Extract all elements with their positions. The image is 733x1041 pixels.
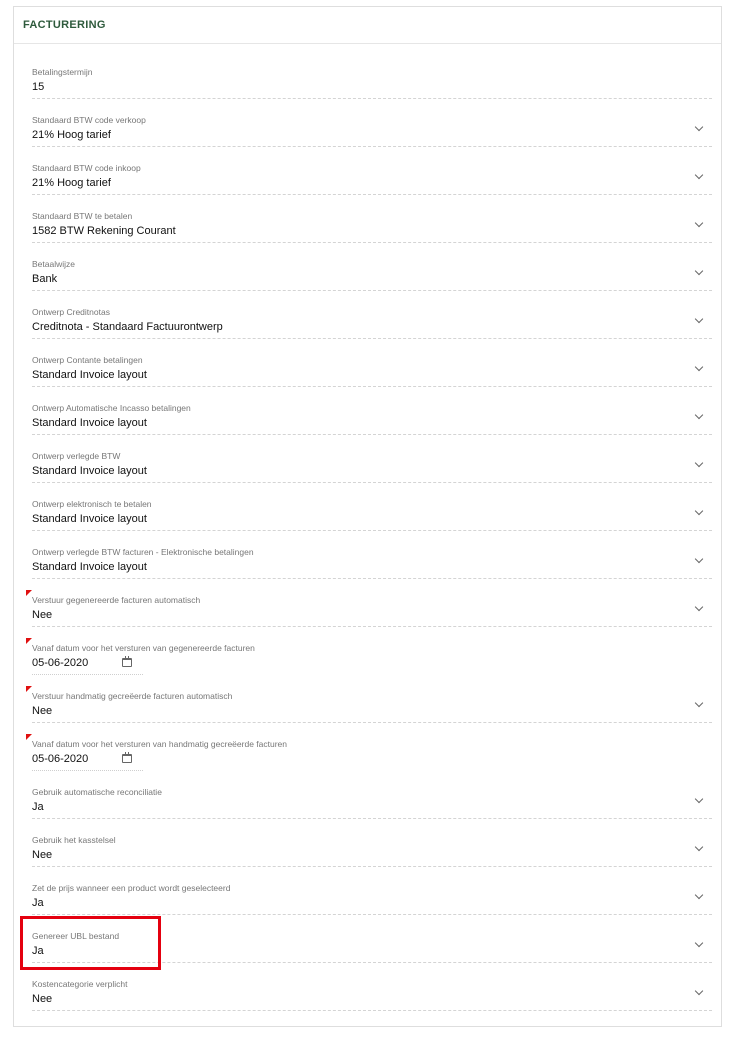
field-label: Ontwerp verlegde BTW facturen - Elektron… (32, 547, 254, 557)
field-label: Betaalwijze (32, 259, 75, 269)
field-value: Nee (32, 705, 53, 717)
chevron-down-icon[interactable] (694, 602, 704, 612)
field-label: Gebruik het kasstelsel (32, 835, 116, 845)
field-value: Bank (32, 273, 58, 285)
chevron-down-icon[interactable] (694, 506, 704, 516)
electronic-payment-design-select[interactable]: Ontwerp elektronisch te betalen Standard… (32, 491, 712, 531)
facturering-card: FACTURERING Betalingstermijn 15 Standaar… (13, 6, 722, 1027)
date-value[interactable]: 05-06-2020 (32, 753, 88, 765)
auto-reconciliation-select[interactable]: Gebruik automatische reconciliatie Ja (32, 779, 712, 819)
field-value: Standard Invoice layout (32, 465, 147, 477)
field-value: Nee (32, 849, 53, 861)
field-label: Gebruik automatische reconciliatie (32, 787, 162, 797)
cash-accounting-select[interactable]: Gebruik het kasstelsel Nee (32, 827, 712, 867)
chevron-down-icon[interactable] (694, 794, 704, 804)
field-label: Vanaf datum voor het versturen van gegen… (32, 643, 255, 653)
set-price-on-product-select[interactable]: Zet de prijs wanneer een product wordt g… (32, 875, 712, 915)
field-value: 21% Hoog tarief (32, 177, 111, 189)
field-label: Verstuur gegenereerde facturen automatis… (32, 595, 201, 605)
chevron-down-icon[interactable] (694, 170, 704, 180)
chevron-down-icon[interactable] (694, 458, 704, 468)
field-label: Ontwerp elektronisch te betalen (32, 499, 152, 509)
field-value: Standard Invoice layout (32, 513, 147, 525)
chevron-down-icon[interactable] (694, 266, 704, 276)
field-value: Ja (32, 801, 44, 813)
manual-invoices-start-date-field[interactable]: Vanaf datum voor het versturen van handm… (26, 731, 287, 771)
auto-send-manual-invoices-select[interactable]: Verstuur handmatig gecreëerde facturen a… (26, 683, 712, 723)
default-vat-purchase-select[interactable]: Standaard BTW code inkoop 21% Hoog tarie… (32, 155, 712, 195)
chevron-down-icon[interactable] (694, 938, 704, 948)
card-header: FACTURERING (14, 7, 721, 44)
calendar-icon[interactable] (122, 656, 132, 667)
field-label: Standaard BTW code verkoop (32, 115, 146, 125)
auto-send-generated-invoices-select[interactable]: Verstuur gegenereerde facturen automatis… (26, 587, 712, 627)
default-vat-payable-select[interactable]: Standaard BTW te betalen 1582 BTW Rekeni… (32, 203, 712, 243)
field-label: Ontwerp verlegde BTW (32, 451, 121, 461)
field-value[interactable]: 15 (32, 81, 44, 93)
field-label: Zet de prijs wanneer een product wordt g… (32, 883, 231, 893)
section-title: FACTURERING (23, 19, 106, 31)
chevron-down-icon[interactable] (694, 842, 704, 852)
field-value: Standard Invoice layout (32, 369, 147, 381)
chevron-down-icon[interactable] (694, 218, 704, 228)
chevron-down-icon[interactable] (694, 362, 704, 372)
chevron-down-icon[interactable] (694, 986, 704, 996)
field-label: Ontwerp Contante betalingen (32, 355, 143, 365)
field-label: Standaard BTW te betalen (32, 211, 133, 221)
generated-invoices-start-date-field[interactable]: Vanaf datum voor het versturen van gegen… (26, 635, 255, 675)
chevron-down-icon[interactable] (694, 314, 704, 324)
field-value: Standard Invoice layout (32, 561, 147, 573)
highlight-box (20, 916, 161, 970)
field-value: 21% Hoog tarief (32, 129, 111, 141)
field-label: Vanaf datum voor het versturen van handm… (32, 739, 287, 749)
field-label: Ontwerp Automatische Incasso betalingen (32, 403, 191, 413)
chevron-down-icon[interactable] (694, 410, 704, 420)
field-label: Betalingstermijn (32, 67, 93, 77)
field-value: Standard Invoice layout (32, 417, 147, 429)
field-value: Creditnota - Standaard Factuurontwerp (32, 321, 223, 333)
payment-method-select[interactable]: Betaalwijze Bank (32, 251, 712, 291)
field-label: Ontwerp Creditnotas (32, 307, 110, 317)
reverse-charge-design-select[interactable]: Ontwerp verlegde BTW Standard Invoice la… (32, 443, 712, 483)
cost-category-required-select[interactable]: Kostencategorie verplicht Nee (32, 971, 712, 1011)
field-value: Ja (32, 897, 44, 909)
date-value[interactable]: 05-06-2020 (32, 657, 88, 669)
field-value: Nee (32, 993, 53, 1005)
credit-note-design-select[interactable]: Ontwerp Creditnotas Creditnota - Standaa… (32, 299, 712, 339)
chevron-down-icon[interactable] (694, 554, 704, 564)
calendar-icon[interactable] (122, 752, 132, 763)
chevron-down-icon[interactable] (694, 122, 704, 132)
field-label: Standaard BTW code inkoop (32, 163, 141, 173)
field-label: Kostencategorie verplicht (32, 979, 128, 989)
cash-payment-design-select[interactable]: Ontwerp Contante betalingen Standard Inv… (32, 347, 712, 387)
reverse-charge-electronic-design-select[interactable]: Ontwerp verlegde BTW facturen - Elektron… (32, 539, 712, 579)
payment-term-field[interactable]: Betalingstermijn 15 (32, 59, 712, 99)
field-label: Verstuur handmatig gecreëerde facturen a… (32, 691, 233, 701)
field-value: Nee (32, 609, 53, 621)
default-vat-sales-select[interactable]: Standaard BTW code verkoop 21% Hoog tari… (32, 107, 712, 147)
field-value: 1582 BTW Rekening Courant (32, 225, 176, 237)
direct-debit-design-select[interactable]: Ontwerp Automatische Incasso betalingen … (32, 395, 712, 435)
chevron-down-icon[interactable] (694, 698, 704, 708)
chevron-down-icon[interactable] (694, 890, 704, 900)
